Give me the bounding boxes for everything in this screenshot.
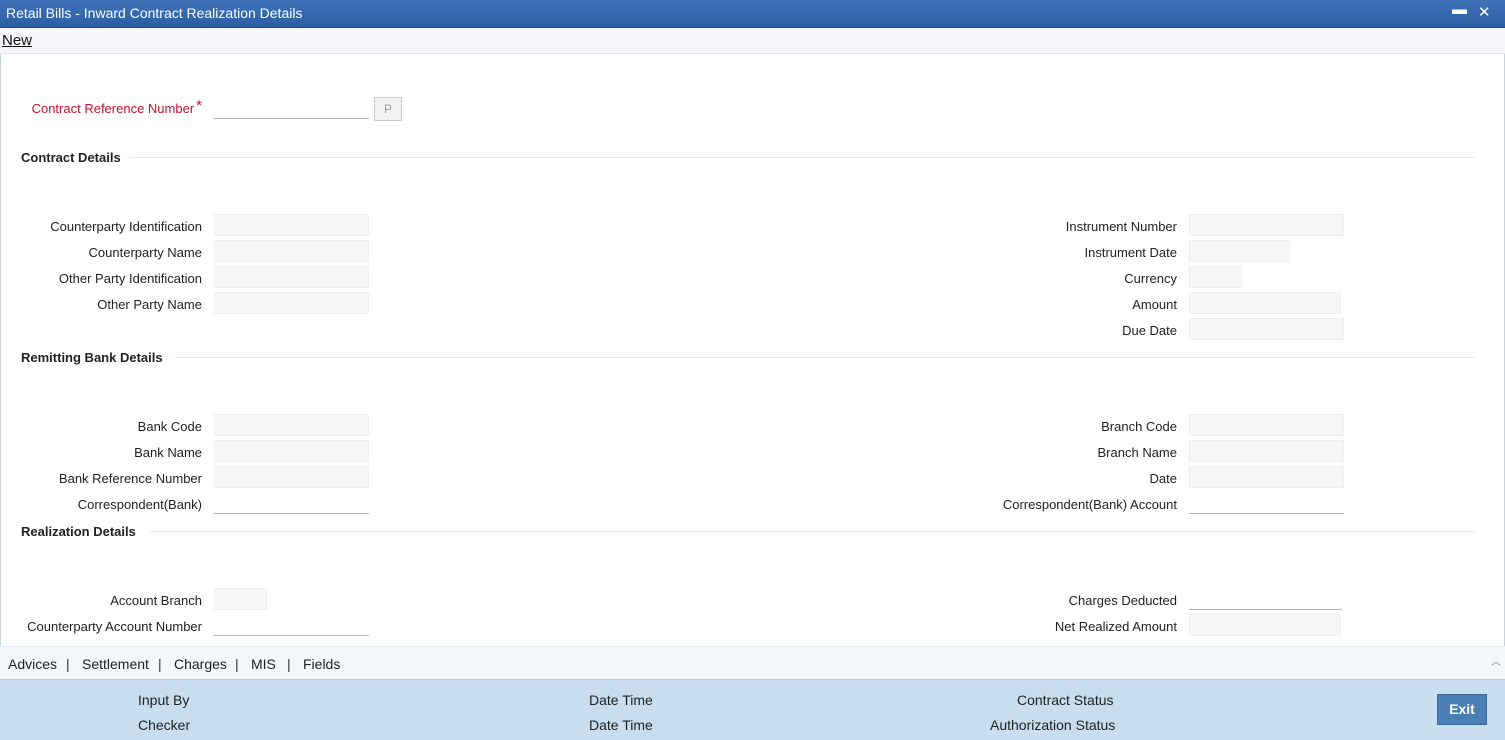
contract-ref-label: Contract Reference Number * [31, 97, 202, 116]
section-divider [130, 157, 1475, 158]
lookup-button[interactable]: P [374, 97, 402, 121]
net-realized-label: Net Realized Amount [1054, 619, 1177, 634]
due-date-field[interactable] [1189, 318, 1344, 340]
amount-label: Amount [1132, 297, 1177, 312]
branch-name-label: Branch Name [1097, 445, 1177, 460]
branch-code-field[interactable] [1189, 414, 1344, 436]
form-frame [0, 54, 1505, 646]
required-marker: * [196, 97, 202, 114]
tab-separator: | [66, 656, 70, 672]
instrument-number-label: Instrument Number [1065, 219, 1177, 234]
date-label: Date [1149, 471, 1177, 486]
chevron-up-icon[interactable]: ︿ [1491, 653, 1501, 668]
section-realization: Realization Details [21, 524, 136, 539]
currency-label: Currency [1124, 271, 1177, 286]
new-link[interactable]: New [2, 32, 32, 49]
subsystem-tabs: Advices | Settlement | Charges | MIS | F… [0, 646, 1505, 679]
section-divider [175, 357, 1475, 358]
other-party-id-field[interactable] [214, 266, 369, 288]
correspondent-account-input[interactable] [1189, 492, 1344, 514]
close-icon[interactable]: ✕ [1478, 3, 1491, 21]
account-branch-label: Account Branch [110, 593, 202, 608]
input-by-label: Input By [138, 692, 190, 708]
account-branch-field[interactable] [214, 588, 267, 610]
bank-name-field[interactable] [214, 440, 369, 462]
bank-name-label: Bank Name [134, 445, 202, 460]
checker-label: Checker [138, 717, 191, 733]
net-realized-field[interactable] [1189, 614, 1341, 636]
branch-name-field[interactable] [1189, 440, 1344, 462]
audit-footer: Input By Checker Date Time Date Time Con… [0, 679, 1505, 740]
date-field[interactable] [1189, 466, 1344, 488]
charges-deducted-label: Charges Deducted [1068, 593, 1177, 608]
instrument-date-label: Instrument Date [1084, 245, 1178, 260]
due-date-label: Due Date [1122, 323, 1177, 338]
counterparty-name-field[interactable] [214, 240, 369, 262]
tab-separator: | [158, 656, 162, 672]
instrument-date-field[interactable] [1189, 240, 1290, 262]
tab-mis[interactable]: MIS [251, 656, 276, 672]
exit-button[interactable]: Exit [1437, 694, 1487, 725]
counterparty-id-label: Counterparty Identification [50, 219, 202, 234]
contract-status-label: Contract Status [1017, 692, 1114, 708]
counterparty-account-label: Counterparty Account Number [27, 619, 202, 634]
section-remitting-bank: Remitting Bank Details [21, 350, 163, 365]
tab-separator: | [235, 656, 239, 672]
currency-field[interactable] [1189, 266, 1242, 288]
correspondent-label: Correspondent(Bank) [77, 497, 202, 512]
charges-deducted-input[interactable] [1189, 588, 1342, 610]
other-party-name-field[interactable] [214, 292, 369, 314]
tab-fields[interactable]: Fields [303, 656, 340, 672]
window-title: Retail Bills - Inward Contract Realizati… [6, 5, 303, 21]
correspondent-input[interactable] [214, 492, 369, 514]
bank-code-label: Bank Code [137, 419, 202, 434]
tab-settlement[interactable]: Settlement [82, 656, 149, 672]
instrument-number-field[interactable] [1189, 214, 1344, 236]
section-divider [150, 531, 1475, 532]
tab-advices[interactable]: Advices [8, 656, 57, 672]
counterparty-account-input[interactable] [214, 614, 369, 636]
amount-field[interactable] [1189, 292, 1341, 314]
tab-charges[interactable]: Charges [174, 656, 227, 672]
date-time-label: Date Time [589, 717, 653, 733]
correspondent-account-label: Correspondent(Bank) Account [1002, 497, 1177, 512]
tab-separator: | [287, 656, 291, 672]
section-contract-details: Contract Details [21, 150, 121, 165]
counterparty-id-field[interactable] [214, 214, 369, 236]
authorization-status-label: Authorization Status [990, 717, 1116, 733]
bank-ref-label: Bank Reference Number [58, 471, 202, 486]
other-party-name-label: Other Party Name [97, 297, 202, 312]
other-party-id-label: Other Party Identification [58, 271, 202, 286]
counterparty-name-label: Counterparty Name [88, 245, 202, 260]
toolbar: New [0, 28, 1505, 54]
branch-code-label: Branch Code [1101, 419, 1177, 434]
bank-ref-field[interactable] [214, 466, 369, 488]
minimize-icon[interactable]: ▬ [1452, 1, 1467, 18]
contract-ref-input[interactable] [214, 97, 369, 119]
date-time-label: Date Time [589, 692, 653, 708]
bank-code-field[interactable] [214, 414, 369, 436]
window-titlebar: Retail Bills - Inward Contract Realizati… [0, 0, 1505, 28]
